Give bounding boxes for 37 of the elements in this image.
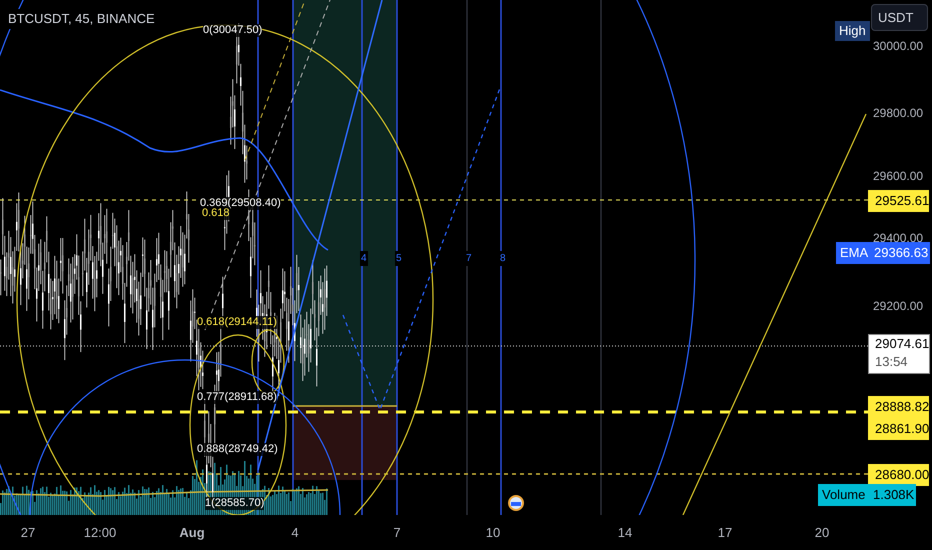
price-level-badge: 28888.82 bbox=[868, 396, 929, 418]
fib-level-label: 0.618(29144.11) bbox=[197, 316, 277, 329]
price-tick: 29800.00 bbox=[873, 105, 924, 122]
event-icon[interactable] bbox=[508, 495, 524, 511]
price-tick: 29600.00 bbox=[873, 168, 924, 185]
price-level-badge: 28680.00 bbox=[868, 464, 929, 486]
fib-level-label: 0(30047.50) bbox=[203, 24, 262, 37]
time-tick: 10 bbox=[486, 524, 500, 542]
cycle-number: 5 bbox=[395, 251, 403, 266]
time-tick: 7 bbox=[393, 524, 401, 542]
price-tick: 29200.00 bbox=[873, 298, 924, 315]
price-tick: 30000.00 bbox=[873, 38, 924, 55]
time-tick: Aug bbox=[179, 524, 205, 542]
fib-level-label: 0.888(28749.42) bbox=[197, 443, 278, 456]
symbol-title: BTCUSDT, 45, BINANCE bbox=[6, 9, 157, 28]
cycle-number: 7 bbox=[465, 251, 473, 266]
indicator-badge: Volume bbox=[818, 484, 870, 506]
fib-level-label: 0.618 bbox=[202, 207, 230, 220]
time-tick: 17 bbox=[718, 524, 732, 542]
cycle-number: 4 bbox=[360, 251, 368, 266]
fib-level-label: 1(28585.70) bbox=[205, 497, 264, 510]
time-tick: 12:00 bbox=[84, 524, 116, 542]
last-price: 29074.61 bbox=[875, 335, 929, 353]
fib-level-label: 0.369(29508.40) bbox=[200, 197, 281, 210]
currency-button[interactable]: USDT bbox=[871, 4, 928, 31]
time-tick: 14 bbox=[618, 524, 632, 542]
price-level-badge: 28861.90 bbox=[868, 418, 929, 440]
bar-countdown: 13:54 bbox=[875, 353, 909, 371]
time-tick: 4 bbox=[291, 524, 299, 542]
cycle-number: 8 bbox=[499, 251, 507, 266]
time-tick: 27 bbox=[20, 524, 36, 542]
indicator-value-badge: 29366.63 bbox=[868, 242, 930, 264]
indicator-value-badge: 1.308K bbox=[868, 484, 916, 506]
fib-level-label: 0.777(28911.68) bbox=[197, 391, 277, 404]
high-badge: High bbox=[835, 21, 870, 41]
time-tick: 20 bbox=[814, 524, 830, 542]
price-level-badge: 29525.61 bbox=[868, 190, 929, 212]
